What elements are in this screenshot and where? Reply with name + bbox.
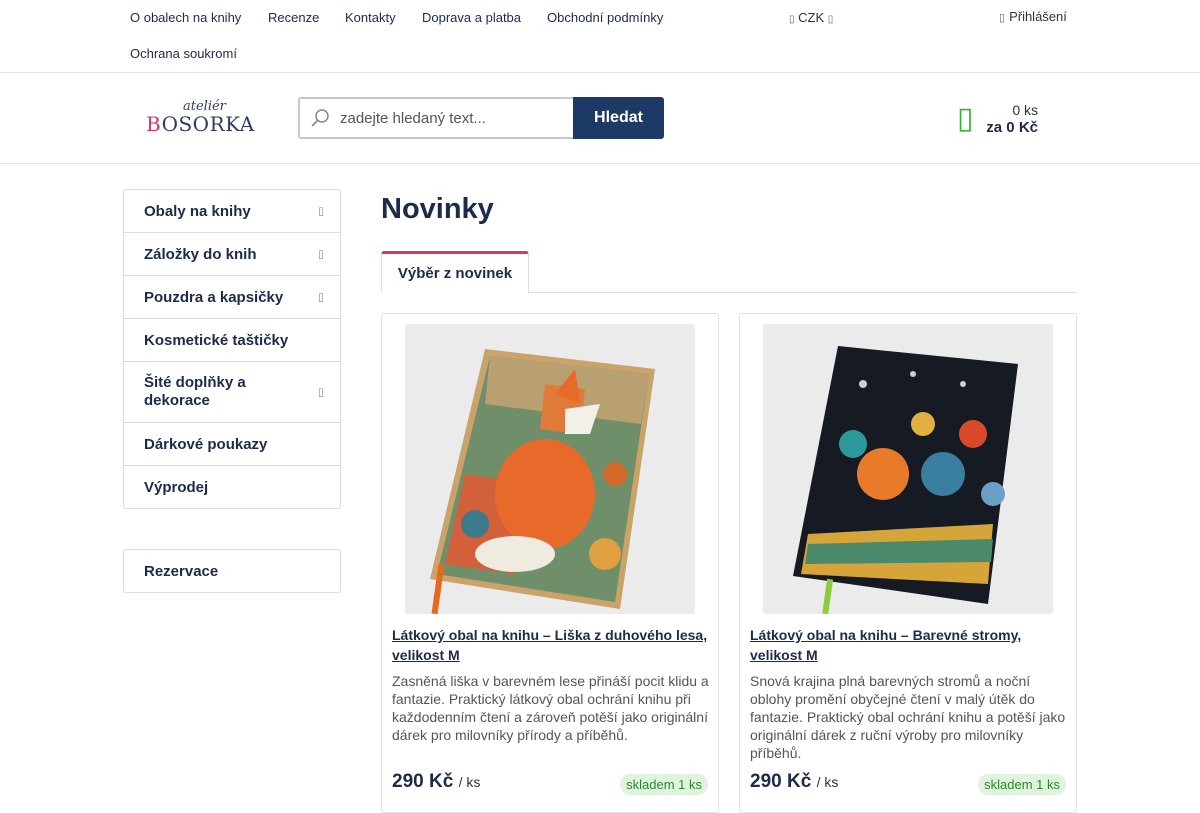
sidebar-item-reservations[interactable]: Rezervace	[123, 549, 341, 593]
chevron-right-icon[interactable]: ▯	[318, 205, 324, 218]
cart-count[interactable]: 0 ks	[1012, 102, 1038, 118]
sidebar-item-label: Rezervace	[144, 562, 219, 580]
chevron-right-icon[interactable]: ▯	[318, 386, 324, 399]
currency-label: CZK	[798, 10, 825, 25]
user-icon: ▯	[999, 12, 1006, 24]
price-unit: / ks	[816, 774, 839, 790]
top-link-about-covers[interactable]: O obalech na knihy	[130, 10, 241, 25]
currency-selector[interactable]: ▯ CZK ▯	[789, 10, 833, 25]
search-box	[298, 97, 574, 139]
top-link-reviews[interactable]: Recenze	[268, 10, 319, 25]
dollar-icon: ▯	[789, 14, 795, 25]
chevron-right-icon[interactable]: ▯	[318, 291, 324, 304]
top-bar: O obalech na knihy Recenze Kontakty Dopr…	[0, 0, 1200, 73]
sidebar-item-bookmarks[interactable]: Záložky do knih ▯	[124, 233, 340, 276]
top-link-privacy[interactable]: Ochrana soukromí	[130, 46, 237, 61]
page-title: Novinky	[381, 193, 494, 225]
product-title[interactable]: Látkový obal na knihu – Liška z duhového…	[392, 625, 710, 665]
product-image-fox	[405, 324, 695, 614]
sidebar-item-sale[interactable]: Výprodej	[124, 466, 340, 508]
product-image-trees	[763, 324, 1053, 614]
category-menu: Obaly na knihy ▯ Záložky do knih ▯ Pouzd…	[123, 189, 341, 509]
product-price: 290 Kč / ks	[750, 771, 838, 793]
cart-icon[interactable]: ▯	[957, 101, 974, 135]
sidebar-item-label: Obaly na knihy	[144, 202, 251, 220]
tab-news-selection[interactable]: Výběr z novinek	[381, 251, 529, 293]
stock-badge: skladem 1 ks	[978, 774, 1066, 795]
chevron-right-icon[interactable]: ▯	[318, 248, 324, 261]
sidebar-item-cosmetic-bags[interactable]: Kosmetické taštičky	[124, 319, 340, 362]
product-title[interactable]: Látkový obal na knihu – Barevné stromy, …	[750, 625, 1068, 665]
top-link-terms[interactable]: Obchodní podmínky	[547, 10, 663, 25]
chevron-down-icon: ▯	[827, 14, 834, 25]
login-link[interactable]: ▯ Přihlášení	[999, 9, 1067, 24]
top-link-shipping[interactable]: Doprava a platba	[422, 10, 521, 25]
product-description: Snová krajina plná barevných stromů a no…	[750, 673, 1066, 761]
search-icon	[311, 109, 329, 127]
logo-initial: B	[146, 112, 162, 136]
search-input[interactable]	[340, 99, 568, 137]
product-card: Látkový obal na knihu – Barevné stromy, …	[739, 313, 1077, 813]
login-label: Přihlášení	[1009, 9, 1067, 24]
price-value: 290 Kč	[750, 771, 812, 792]
logo-rest: OSORKA	[161, 112, 255, 136]
sidebar-item-sewn-accessories[interactable]: Šité doplňky a dekorace ▯	[124, 362, 340, 423]
top-link-contacts[interactable]: Kontakty	[345, 10, 396, 25]
sidebar-item-label: Dárkové poukazy	[144, 435, 268, 453]
stock-badge: skladem 1 ks	[620, 774, 708, 795]
sidebar-item-label: Šité doplňky a dekorace	[144, 374, 246, 409]
sidebar-item-label: Výprodej	[144, 478, 209, 496]
cart-total[interactable]: za 0 Kč	[986, 119, 1038, 136]
price-value: 290 Kč	[392, 771, 454, 792]
product-image[interactable]	[763, 324, 1053, 614]
price-unit: / ks	[458, 774, 481, 790]
product-card: Látkový obal na knihu – Liška z duhového…	[381, 313, 719, 813]
product-price: 290 Kč / ks	[392, 771, 480, 793]
search-button[interactable]: Hledat	[573, 97, 664, 139]
sidebar-item-label: Záložky do knih	[144, 245, 257, 263]
sidebar-item-gift-vouchers[interactable]: Dárkové poukazy	[124, 423, 340, 466]
product-description: Zasněná liška v barevném lese přináší po…	[392, 673, 709, 743]
sidebar-item-label: Kosmetické taštičky	[144, 331, 289, 349]
logo[interactable]: BOSORKA	[146, 112, 255, 136]
sidebar-item-book-covers[interactable]: Obaly na knihy ▯	[124, 190, 340, 233]
sidebar-item-label: Pouzdra a kapsičky	[144, 288, 284, 306]
product-image[interactable]	[405, 324, 695, 614]
sidebar-item-pouches[interactable]: Pouzdra a kapsičky ▯	[124, 276, 340, 319]
